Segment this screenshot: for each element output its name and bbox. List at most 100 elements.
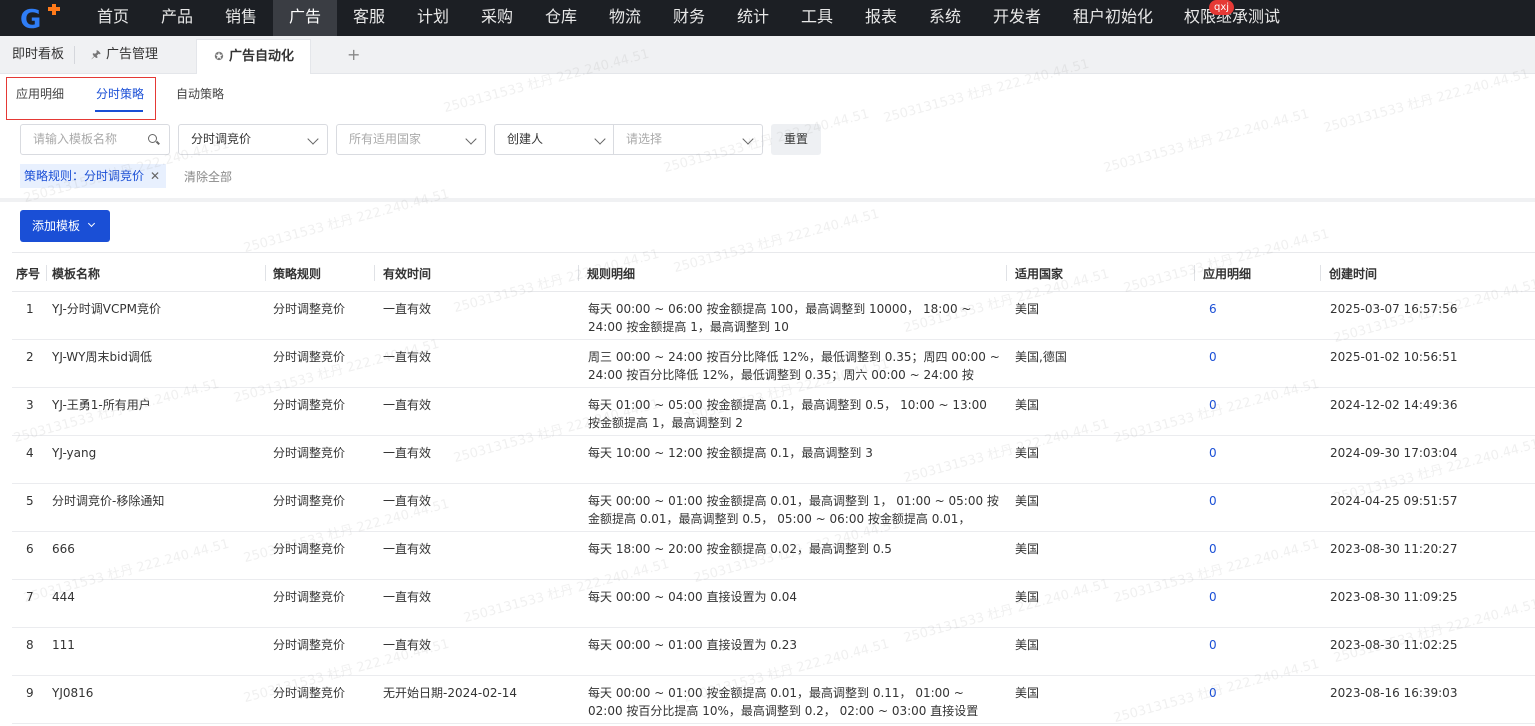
table-row[interactable]: 6 666 分时调整竞价 一直有效 每天 18:00 ~ 20:00 按金额提高 0.0… bbox=[12, 532, 1535, 580]
column-header-valid-time: 有效时间 bbox=[383, 267, 432, 281]
subtab-time-strategy[interactable]: 分时策略 bbox=[96, 85, 144, 102]
nav-item-2[interactable]: 销售 bbox=[209, 0, 273, 36]
cell-name: YJ-WY周末bid调低 bbox=[52, 350, 153, 364]
search-icon[interactable] bbox=[148, 134, 157, 143]
cell-applied[interactable]: 0 bbox=[1209, 588, 1217, 606]
tab-ad-management[interactable]: 🖈 广告管理 bbox=[90, 36, 158, 74]
cell-applied[interactable]: 0 bbox=[1209, 348, 1217, 366]
column-header-index: 序号 bbox=[16, 267, 41, 281]
table-row[interactable]: 8 111 分时调整竞价 一直有效 每天 00:00 ~ 01:00 直接设置为 0.2… bbox=[12, 628, 1535, 676]
cell-detail: 每天 00:00 ~ 06:00 按金额提高 100，最高调整到 10000， … bbox=[588, 302, 972, 334]
cell-rule: 分时调整竞价 bbox=[273, 686, 346, 700]
nav-item-4[interactable]: 客服 bbox=[337, 0, 401, 36]
tab-ad-automation[interactable]: ✪ 广告自动化 bbox=[196, 39, 312, 74]
cell-detail: 每天 01:00 ~ 05:00 按金额提高 0.1，最高调整到 0.5， 10… bbox=[588, 398, 987, 430]
cell-country: 美国 bbox=[1015, 398, 1040, 412]
table-row[interactable]: 3 YJ-王勇1-所有用户 分时调整竞价 一直有效 每天 01:00 ~ 05:00 按… bbox=[12, 388, 1535, 436]
table-row[interactable]: 2 YJ-WY周末bid调低 分时调整竞价 一直有效 周三 00:00 ~ 24:00 … bbox=[12, 340, 1535, 388]
close-icon[interactable]: ✕ bbox=[150, 164, 160, 188]
nav-item-12[interactable]: 报表 bbox=[849, 0, 913, 36]
subtab-application-detail[interactable]: 应用明细 bbox=[16, 85, 64, 102]
cell-country: 美国 bbox=[1015, 302, 1040, 316]
column-divider bbox=[1320, 265, 1321, 281]
cell-applied[interactable]: 0 bbox=[1209, 396, 1217, 414]
column-divider bbox=[46, 265, 47, 281]
chevron-down-icon bbox=[307, 133, 319, 145]
cell-created: 2024-09-30 17:03:04 bbox=[1330, 446, 1458, 460]
active-filter-tag: 策略规则：分时调竞价 ✕ bbox=[20, 164, 167, 188]
chevron-down-icon bbox=[87, 219, 96, 228]
cell-no: 2 bbox=[26, 350, 34, 364]
column-header-country: 适用国家 bbox=[1015, 267, 1064, 281]
nav-item-3[interactable]: 广告 bbox=[273, 0, 337, 36]
cell-applied[interactable]: 0 bbox=[1209, 492, 1217, 510]
cell-valid: 一直有效 bbox=[383, 542, 432, 556]
cell-valid: 一直有效 bbox=[383, 350, 432, 364]
cell-rule: 分时调整竞价 bbox=[273, 398, 346, 412]
cell-no: 3 bbox=[26, 398, 34, 412]
cell-country: 美国 bbox=[1015, 590, 1040, 604]
section-divider bbox=[0, 198, 1535, 202]
search-placeholder: 请输入模板名称 bbox=[33, 132, 118, 146]
tab-dashboard[interactable]: 即时看板 bbox=[12, 36, 64, 74]
clear-all-link[interactable]: 清除全部 bbox=[184, 168, 232, 185]
nav-item-10[interactable]: 统计 bbox=[721, 0, 785, 36]
nav-item-0[interactable]: 首页 bbox=[81, 0, 145, 36]
table-header: 序号 模板名称 策略规则 有效时间 规则明细 适用国家 应用明细 创建时间 bbox=[12, 252, 1535, 292]
cell-applied[interactable]: 0 bbox=[1209, 540, 1217, 558]
cell-valid: 一直有效 bbox=[383, 302, 432, 316]
nav-item-15[interactable]: 租户初始化 bbox=[1057, 0, 1169, 36]
select-value: 分时调竞价 bbox=[191, 132, 252, 146]
strategy-rule-select[interactable]: 分时调竞价 bbox=[178, 124, 328, 155]
creator-value-select[interactable]: 请选择 bbox=[613, 124, 763, 155]
nav-item-13[interactable]: 系统 bbox=[913, 0, 977, 36]
table-row[interactable]: 5 分时调竞价-移除通知 分时调整竞价 一直有效 每天 00:00 ~ 01:00 按金… bbox=[12, 484, 1535, 532]
cell-no: 5 bbox=[26, 494, 34, 508]
column-divider bbox=[1006, 265, 1007, 281]
cell-applied[interactable]: 0 bbox=[1209, 636, 1217, 654]
reset-button[interactable]: 重置 bbox=[771, 124, 821, 155]
table-row[interactable]: 7 444 分时调整竞价 一直有效 每天 00:00 ~ 04:00 直接设置为 0.0… bbox=[12, 580, 1535, 628]
cell-name: 444 bbox=[52, 590, 75, 604]
cell-detail: 每天 00:00 ~ 04:00 直接设置为 0.04 bbox=[588, 590, 798, 604]
cell-created: 2025-03-07 16:57:56 bbox=[1330, 302, 1458, 316]
table-row[interactable]: 1 YJ-分时调VCPM竞价 分时调整竞价 一直有效 每天 00:00 ~ 06:00 … bbox=[12, 292, 1535, 340]
cell-detail: 每天 18:00 ~ 20:00 按金额提高 0.02，最高调整到 0.5 bbox=[588, 542, 892, 556]
user-badge[interactable]: qxj bbox=[1209, 0, 1235, 15]
svg-text:G: G bbox=[20, 5, 41, 32]
cell-country: 美国 bbox=[1015, 542, 1040, 556]
cell-no: 4 bbox=[26, 446, 34, 460]
cell-applied[interactable]: 0 bbox=[1209, 444, 1217, 462]
cell-created: 2023-08-30 11:20:27 bbox=[1330, 542, 1458, 556]
pin-icon: ✪ bbox=[214, 50, 224, 63]
cell-created: 2025-01-02 10:56:51 bbox=[1330, 350, 1458, 364]
column-header-applied: 应用明细 bbox=[1203, 267, 1252, 281]
nav-item-7[interactable]: 仓库 bbox=[529, 0, 593, 36]
column-divider bbox=[374, 265, 375, 281]
nav-item-6[interactable]: 采购 bbox=[465, 0, 529, 36]
cell-applied[interactable]: 0 bbox=[1209, 684, 1217, 702]
subtab-auto-strategy[interactable]: 自动策略 bbox=[176, 85, 224, 102]
brand-logo-icon[interactable]: G bbox=[18, 4, 64, 32]
nav-item-11[interactable]: 工具 bbox=[785, 0, 849, 36]
button-label: 添加模板 bbox=[32, 219, 81, 233]
nav-item-5[interactable]: 计划 bbox=[401, 0, 465, 36]
template-name-search-input[interactable]: 请输入模板名称 bbox=[20, 124, 170, 155]
cell-no: 9 bbox=[26, 686, 34, 700]
cell-no: 8 bbox=[26, 638, 34, 652]
table-row[interactable]: 4 YJ-yang 分时调整竞价 一直有效 每天 10:00 ~ 12:00 按金额提高… bbox=[12, 436, 1535, 484]
column-divider bbox=[1194, 265, 1195, 281]
chevron-down-icon bbox=[594, 133, 606, 145]
nav-item-9[interactable]: 财务 bbox=[657, 0, 721, 36]
table-row[interactable]: 9 YJ0816 分时调整竞价 无开始日期-2024-02-14 每天 00:00 ~ … bbox=[12, 676, 1535, 724]
add-tab-button[interactable]: + bbox=[347, 36, 360, 74]
creator-field-select[interactable]: 创建人 bbox=[494, 124, 614, 155]
cell-name: 分时调竞价-移除通知 bbox=[52, 494, 165, 508]
cell-valid: 无开始日期-2024-02-14 bbox=[383, 686, 518, 700]
add-template-button[interactable]: 添加模板 bbox=[20, 210, 110, 242]
cell-applied[interactable]: 6 bbox=[1209, 300, 1217, 318]
nav-item-14[interactable]: 开发者 bbox=[977, 0, 1057, 36]
nav-item-8[interactable]: 物流 bbox=[593, 0, 657, 36]
nav-item-1[interactable]: 产品 bbox=[145, 0, 209, 36]
country-select[interactable]: 所有适用国家 bbox=[336, 124, 486, 155]
